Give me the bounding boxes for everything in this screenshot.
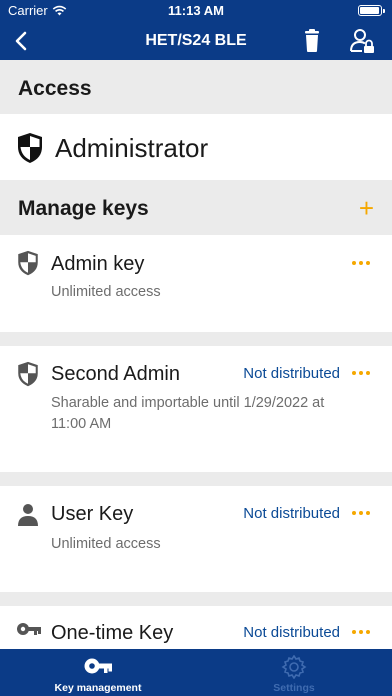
more-options-icon[interactable] bbox=[352, 630, 370, 636]
distribution-status: Not distributed bbox=[243, 624, 340, 641]
clock: 11:13 AM bbox=[168, 3, 224, 18]
more-options-icon[interactable] bbox=[352, 511, 370, 517]
distribution-status: Not distributed bbox=[243, 505, 340, 522]
key-card[interactable]: User Key Not distributed Unlimited acces… bbox=[0, 486, 392, 592]
battery-icon bbox=[358, 5, 385, 16]
key-name: One-time Key bbox=[51, 622, 174, 644]
key-description: Unlimited access bbox=[51, 536, 161, 552]
key-icon bbox=[84, 658, 112, 674]
key-icon bbox=[17, 623, 41, 635]
key-name: Second Admin bbox=[51, 363, 180, 385]
shield-icon bbox=[18, 250, 38, 276]
shield-icon bbox=[18, 133, 42, 163]
trash-icon[interactable] bbox=[300, 28, 324, 54]
nav-bar: HET/S24 BLE bbox=[0, 22, 392, 60]
user-lock-icon[interactable] bbox=[348, 27, 376, 55]
key-description: Unlimited access bbox=[51, 284, 161, 300]
person-icon bbox=[18, 504, 38, 526]
distribution-status: Not distributed bbox=[243, 365, 340, 382]
gear-icon bbox=[281, 655, 307, 679]
more-options-icon[interactable] bbox=[352, 261, 370, 267]
tab-settings[interactable]: Settings bbox=[196, 649, 392, 696]
tab-key-management[interactable]: Key management bbox=[0, 649, 196, 696]
access-role-label: Administrator bbox=[55, 133, 209, 163]
key-description: Sharable and importable until 1/29/2022 … bbox=[51, 395, 325, 432]
tab-label: Settings bbox=[273, 682, 315, 694]
key-card[interactable]: Admin key Unlimited access bbox=[0, 235, 392, 332]
add-key-button[interactable]: + bbox=[359, 195, 374, 221]
access-role-row: Administrator bbox=[0, 114, 392, 180]
access-header-label: Access bbox=[18, 77, 92, 100]
more-options-icon[interactable] bbox=[352, 371, 370, 377]
access-header: Access bbox=[0, 60, 392, 114]
status-bar: Carrier 11:13 AM bbox=[0, 0, 392, 22]
tab-label: Key management bbox=[54, 682, 142, 694]
key-card[interactable]: Second Admin Not distributed Sharable an… bbox=[0, 346, 392, 472]
key-name: Admin key bbox=[51, 253, 145, 275]
nav-title: HET/S24 BLE bbox=[145, 32, 247, 49]
manage-keys-header-label: Manage keys bbox=[18, 197, 149, 220]
key-name: User Key bbox=[51, 503, 134, 525]
key-card[interactable]: One-time Key Not distributed bbox=[0, 606, 392, 649]
tab-bar: Key management Settings bbox=[0, 649, 392, 696]
shield-icon bbox=[18, 361, 38, 387]
manage-keys-header: Manage keys + bbox=[0, 180, 392, 235]
